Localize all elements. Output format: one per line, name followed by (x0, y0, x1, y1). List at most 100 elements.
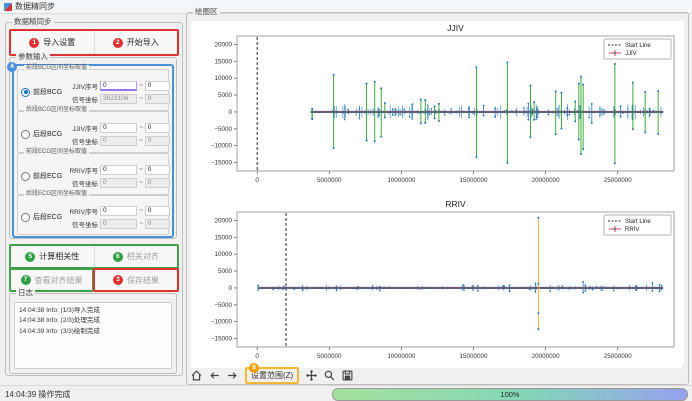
pan-icon[interactable] (306, 370, 317, 381)
forward-icon[interactable] (227, 370, 238, 381)
radio-icon[interactable] (21, 213, 30, 222)
svg-text:0: 0 (255, 177, 259, 184)
jjiv-index-to-input[interactable] (145, 123, 170, 133)
row-label: 信号坐标 (67, 136, 98, 146)
svg-text:10000: 10000 (214, 75, 232, 82)
front-bcg-radio[interactable]: 前段BCG (21, 87, 67, 97)
progress-label: 100% (500, 390, 519, 399)
window-title: 数据精同步 (15, 1, 55, 12)
import-settings-button[interactable]: 1 导入设置 (11, 31, 94, 54)
rear-ecg-radio[interactable]: 后段ECG (21, 212, 67, 222)
tilde: ~ (139, 220, 143, 227)
corr-buttons-box: 5 计算相关性 6 相关对齐 (9, 244, 179, 269)
svg-text:15000000: 15000000 (460, 353, 489, 360)
tilde: ~ (139, 166, 143, 173)
signal-coord-from-input (100, 136, 137, 146)
jjiv-chart[interactable]: JJIV−15000−10000−50000500010000150002000… (191, 21, 682, 192)
param-group-title: 前段BCG区间坐标取值 (24, 65, 89, 71)
svg-text:5000000: 5000000 (317, 353, 342, 360)
svg-text:Start Line: Start Line (625, 219, 651, 225)
svg-text:5000: 5000 (218, 92, 233, 99)
svg-text:15000: 15000 (214, 234, 232, 241)
set-range-label: 设置范围(Z) (251, 371, 293, 380)
tilde: ~ (139, 82, 143, 89)
step-badge-5: 5 (25, 252, 35, 262)
svg-text:10000000: 10000000 (387, 177, 416, 184)
radio-label: 前段BCG (33, 87, 62, 97)
radio-icon[interactable] (21, 88, 30, 97)
set-range-button[interactable]: 8 设置范围(Z) (245, 367, 299, 384)
log-line: 14:04:38 Info: (2/3)处理完成 (19, 316, 167, 326)
log-text-area[interactable]: 14:04:38 Info: (1/3)导入完成 14:04:38 Info: … (14, 302, 172, 369)
svg-text:0: 0 (228, 285, 232, 292)
import-settings-label: 导入设置 (43, 37, 75, 48)
back-icon[interactable] (209, 370, 220, 381)
svg-text:0: 0 (228, 109, 232, 116)
save-result-box: 3 保存结果 (93, 268, 179, 292)
signal-coord-to-input (145, 219, 170, 229)
correlation-align-label: 相关对齐 (127, 251, 159, 262)
svg-text:−15000: −15000 (211, 336, 233, 343)
save-icon[interactable] (342, 370, 353, 381)
step-badge-8: 8 (249, 363, 259, 373)
svg-text:20000000: 20000000 (532, 177, 561, 184)
svg-text:0: 0 (255, 353, 259, 360)
params-group-label: 参数输入 (16, 53, 50, 61)
step-badge-3: 3 (113, 275, 123, 285)
params-highlight-box: 4 前段BCG区间坐标取值 前段BCG JJIV序号 ~ 信号坐标 (12, 64, 174, 238)
rriv-index-to-input[interactable] (145, 206, 170, 216)
signal-coord-from-input (100, 219, 137, 229)
svg-text:15000: 15000 (214, 58, 232, 65)
step-badge-2: 2 (113, 38, 123, 48)
figure-canvas[interactable]: JJIV −15000 −10000 −5000 0 5000 10000 15000 2000… (191, 21, 684, 363)
correlation-align-button[interactable]: 6 相关对齐 (94, 246, 178, 267)
radio-label: 后段ECG (33, 212, 62, 222)
compute-correlation-button[interactable]: 5 计算相关性 (11, 246, 94, 267)
step-badge-6: 6 (113, 252, 123, 262)
rriv-index-from-input[interactable] (100, 206, 137, 216)
rriv-index-from-input[interactable] (100, 165, 137, 175)
home-icon[interactable] (191, 370, 202, 381)
progress-bar: 100% (332, 388, 688, 401)
param-group-title: 后段ECG区间坐标取值 (24, 191, 89, 197)
svg-text:−15000: −15000 (211, 160, 233, 167)
jjiv-index-from-input[interactable] (100, 81, 137, 91)
row-label: RRIV序号 (67, 165, 98, 175)
rriv-chart[interactable]: RRIV−15000−10000−50000500010000150002000… (191, 197, 682, 368)
step-badge-1: 1 (29, 38, 39, 48)
signal-coord-from-input (100, 178, 137, 188)
svg-text:15000000: 15000000 (460, 177, 489, 184)
radio-icon[interactable] (21, 130, 30, 139)
tilde: ~ (139, 137, 143, 144)
svg-text:10000000: 10000000 (387, 353, 416, 360)
save-result-button[interactable]: 3 保存结果 (95, 270, 177, 290)
params-group: 参数输入 4 前段BCG区间坐标取值 前段BCG JJIV序号 ~ (9, 57, 177, 239)
row-label: JJIV序号 (67, 81, 98, 91)
jjiv-index-from-input[interactable] (100, 123, 137, 133)
param-group-front-bcg: 前段BCG区间坐标取值 前段BCG JJIV序号 ~ 信号坐标 (17, 69, 169, 111)
view-align-result-button[interactable]: 7 查看对齐结果 (11, 270, 92, 290)
param-group-title: 前段ECG区间坐标取值 (24, 149, 89, 155)
param-group-rear-ecg: 后段ECG区间坐标取值 后段ECG RRIV序号 ~ 信号坐标 (17, 195, 169, 235)
radio-icon[interactable] (21, 172, 30, 181)
status-message: 14:04:39 操作完成 (5, 389, 70, 400)
rear-bcg-radio[interactable]: 后段BCG (21, 129, 67, 139)
svg-text:−5000: −5000 (214, 126, 232, 133)
zoom-icon[interactable] (324, 370, 335, 381)
left-panel-group-label: 数据精同步 (12, 18, 54, 26)
app-icon (4, 3, 12, 11)
signal-coord-to-input (145, 178, 170, 188)
log-group: 日志 14:04:38 Info: (1/3)导入完成 14:04:38 Inf… (9, 293, 177, 374)
svg-text:20000000: 20000000 (532, 353, 561, 360)
front-ecg-radio[interactable]: 前段ECG (21, 171, 67, 181)
rriv-index-to-input[interactable] (145, 165, 170, 175)
svg-text:5000000: 5000000 (317, 177, 342, 184)
start-import-button[interactable]: 2 开始导入 (94, 31, 178, 54)
start-import-label: 开始导入 (127, 37, 159, 48)
svg-text:−10000: −10000 (211, 319, 233, 326)
jjiv-index-to-input[interactable] (145, 81, 170, 91)
log-line: 14:04:39 Info: (3/3)绘制完成 (19, 327, 167, 337)
svg-text:Start Line: Start Line (625, 43, 651, 49)
tilde: ~ (139, 207, 143, 214)
svg-text:JJIV: JJIV (625, 51, 637, 57)
